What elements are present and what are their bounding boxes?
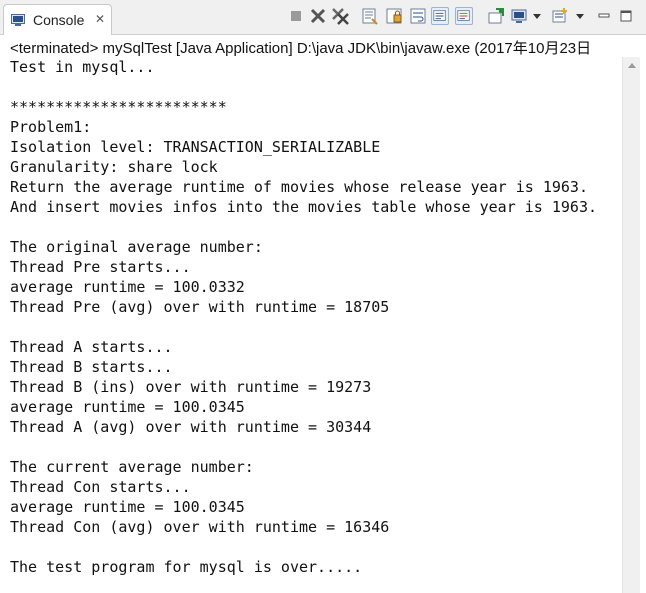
view-border <box>640 57 646 593</box>
console-line: Thread Pre starts... <box>10 258 191 276</box>
process-status-text: <terminated> mySqlTest [Java Application… <box>10 40 592 57</box>
console-line: Thread B starts... <box>10 358 173 376</box>
show-console-on-stderr-icon[interactable] <box>455 7 473 25</box>
word-wrap-icon[interactable] <box>409 7 427 25</box>
console-line: Test in mysql... <box>10 58 155 76</box>
console-line: The test program for mysql is over..... <box>10 558 363 576</box>
console-line: Isolation level: TRANSACTION_SERIALIZABL… <box>10 138 381 156</box>
scroll-lock-icon[interactable] <box>385 7 403 25</box>
tab-console[interactable]: Console ✕ <box>3 4 112 35</box>
console-line: The original average number: <box>10 238 263 256</box>
console-line: And insert movies infos into the movies … <box>10 198 597 216</box>
console-icon <box>11 14 25 26</box>
maximize-icon[interactable] <box>617 7 635 25</box>
console-line: Thread A (avg) over with runtime = 30344 <box>10 418 372 436</box>
console-line: Thread Pre (avg) over with runtime = 187… <box>10 298 390 316</box>
console-line: Thread A starts... <box>10 338 173 356</box>
console-line: Problem1: <box>10 118 92 136</box>
terminate-icon[interactable] <box>287 7 305 25</box>
pin-console-icon[interactable] <box>487 7 505 25</box>
console-output[interactable]: Test in mysql... ***********************… <box>0 57 622 593</box>
console-line: The current average number: <box>10 458 254 476</box>
console-line: Thread B (ins) over with runtime = 19273 <box>10 378 372 396</box>
show-console-on-stdout-icon[interactable] <box>431 7 449 25</box>
scroll-up-arrow-icon[interactable] <box>628 63 636 68</box>
tab-console-label: Console <box>33 12 85 28</box>
console-line: Granularity: share lock <box>10 158 218 176</box>
console-line: average runtime = 100.0345 <box>10 498 245 516</box>
remove-all-terminated-icon[interactable] <box>331 7 349 25</box>
open-console-icon[interactable] <box>551 7 569 25</box>
clear-console-icon[interactable] <box>361 7 379 25</box>
remove-launch-icon[interactable] <box>309 7 327 25</box>
minimize-icon[interactable] <box>595 7 613 25</box>
console-process-label: <terminated> mySqlTest [Java Application… <box>0 35 646 57</box>
console-line: average runtime = 100.0332 <box>10 278 245 296</box>
console-view-header: Console ✕ <box>0 0 646 35</box>
display-selected-console-icon[interactable] <box>510 7 528 25</box>
console-line: Return the average runtime of movies who… <box>10 178 588 196</box>
console-line: average runtime = 100.0345 <box>10 398 245 416</box>
console-line: ************************ <box>10 98 227 116</box>
chevron-down-icon[interactable] <box>533 14 541 19</box>
console-line: Thread Con (avg) over with runtime = 163… <box>10 518 390 536</box>
console-line: Thread Con starts... <box>10 478 191 496</box>
vertical-scrollbar[interactable] <box>622 57 640 593</box>
close-icon[interactable]: ✕ <box>95 12 105 26</box>
chevron-down-icon[interactable] <box>576 14 584 19</box>
